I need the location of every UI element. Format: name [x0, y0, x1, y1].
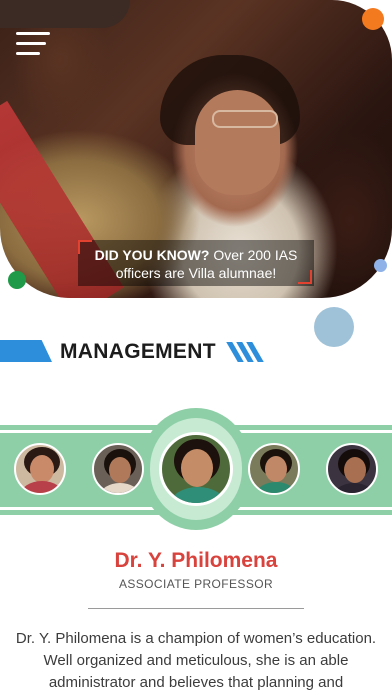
heading-stripes-icon: [226, 342, 268, 362]
menu-button[interactable]: [16, 32, 50, 58]
faculty-avatar-2[interactable]: [92, 443, 144, 495]
faculty-avatar-5[interactable]: [326, 443, 378, 495]
faculty-avatar-1[interactable]: [14, 443, 66, 495]
hamburger-menu-icon-line: [16, 52, 40, 55]
decor-dot-blue-small: [374, 259, 387, 272]
hero-banner: DID YOU KNOW? Over 200 IAS officers are …: [0, 0, 392, 298]
profile-bio: Dr. Y. Philomena is a champion of women’…: [15, 630, 377, 691]
profile-role: ASSOCIATE PROFESSOR: [118, 577, 274, 591]
heading-accent-bar: [0, 340, 52, 362]
hero-fact-text: DID YOU KNOW? Over 200 IAS officers are …: [80, 246, 312, 282]
decor-dot-blue-large: [314, 307, 354, 347]
hamburger-menu-icon: [16, 32, 50, 35]
faculty-avatar-selected[interactable]: [159, 432, 233, 506]
hero-photo-face: [195, 90, 280, 195]
profile-divider: [88, 608, 304, 609]
did-you-know-label: DID YOU KNOW?: [94, 247, 210, 263]
hero-photo-glasses: [212, 110, 278, 128]
section-heading: MANAGEMENT: [60, 340, 216, 363]
faculty-avatar-4[interactable]: [248, 443, 300, 495]
hero-photo-cap: [0, 0, 130, 28]
decor-dot-orange: [362, 8, 384, 30]
decor-dot-green: [8, 271, 26, 289]
hamburger-menu-icon-line: [16, 42, 46, 45]
profile-name: Dr. Y. Philomena: [114, 549, 278, 572]
